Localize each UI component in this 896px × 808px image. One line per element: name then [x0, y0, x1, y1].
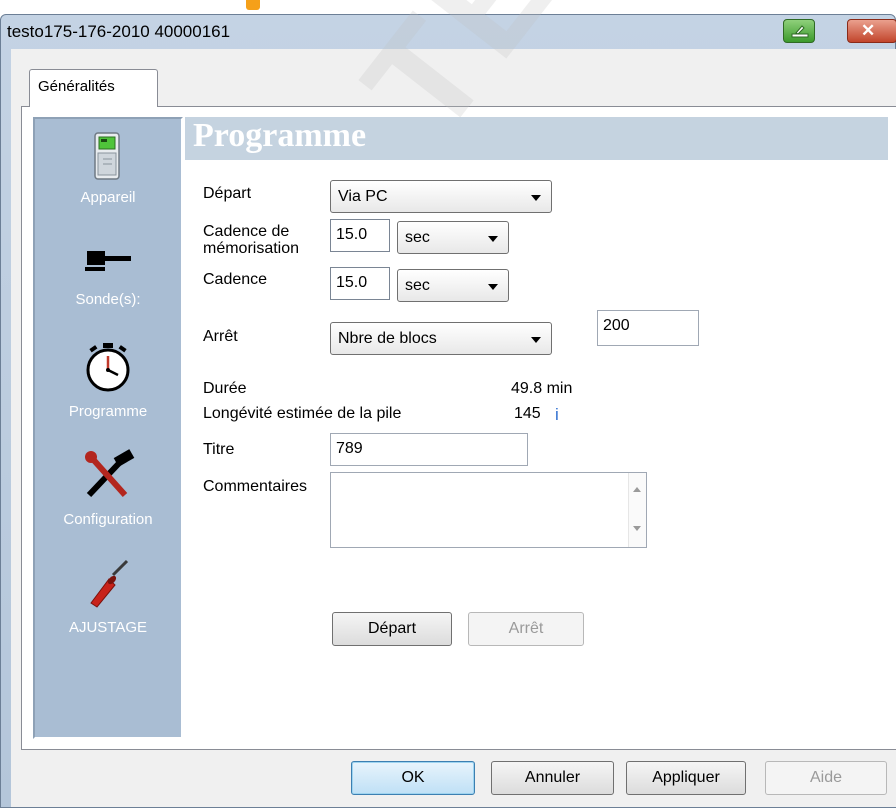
chevron-down-icon [531, 337, 541, 343]
help-button[interactable]: Aide [765, 761, 887, 795]
screwdriver-icon [90, 559, 129, 608]
section-title: Programme [193, 117, 367, 154]
chevron-down-icon [531, 195, 541, 201]
scroll-up-icon[interactable] [633, 487, 641, 492]
minimize-icon [791, 25, 809, 38]
dialog-window: testo175-176-2010 40000161 ✕ Généralités [0, 14, 896, 808]
sidebar-item-programme[interactable]: Programme [35, 341, 181, 445]
tab-page: Appareil Sonde(s): Programme Configurati… [21, 106, 896, 750]
comment-scrollbar[interactable] [628, 473, 646, 547]
commentaires-label: Commentaires [203, 478, 308, 495]
info-icon[interactable]: i [555, 405, 559, 425]
tab-label: Généralités [38, 78, 115, 95]
duree-value: 49.8 min [511, 380, 573, 397]
duree-label: Durée [203, 380, 247, 397]
arret-count-value: 200 [603, 317, 630, 334]
sidebar-item-label: Appareil [80, 189, 136, 206]
apply-button[interactable]: Appliquer [626, 761, 746, 795]
device-icon [94, 132, 120, 180]
chevron-down-icon [488, 284, 498, 290]
tools-icon [85, 449, 135, 498]
cadence-mem-value: 15.0 [336, 226, 368, 243]
sidebar-item-ajustage[interactable]: AJUSTAGE [35, 557, 181, 661]
close-icon: ✕ [861, 21, 876, 40]
sidebar-item-label: Sonde(s): [75, 291, 141, 308]
depart-label: Départ [203, 185, 252, 202]
probe-icon [85, 251, 131, 271]
cancel-button[interactable]: Annuler [491, 761, 614, 795]
ok-button[interactable]: OK [351, 761, 475, 795]
longevite-value: 145 [514, 405, 541, 422]
minimize-button[interactable] [783, 19, 815, 43]
longevite-label: Longévité estimée de la pile [203, 405, 402, 422]
cadence-unit-select[interactable]: sec [397, 269, 509, 302]
depart-select[interactable]: Via PC [330, 180, 552, 213]
arret-label: Arrêt [203, 328, 238, 345]
sidebar-item-configuration[interactable]: Configuration [35, 449, 181, 553]
stopwatch-icon [86, 343, 130, 392]
tab-generalites[interactable]: Généralités [29, 69, 158, 107]
sidebar-item-sondes[interactable]: Sonde(s): [35, 237, 181, 333]
cadence-mem-input[interactable]: 15.0 [330, 219, 390, 252]
cadence-mem-label-2: mémorisation [203, 240, 300, 257]
titre-value: 789 [336, 440, 363, 457]
scroll-down-icon[interactable] [633, 526, 641, 531]
cadence-value: 15.0 [336, 274, 368, 291]
title-bar: testo175-176-2010 40000161 ✕ [1, 15, 896, 49]
sidebar-item-label: Programme [68, 403, 148, 420]
section-header: Programme [185, 117, 888, 160]
arret-count-input[interactable]: 200 [597, 310, 699, 346]
arret-mode-select[interactable]: Nbre de blocs [330, 322, 552, 355]
depart-value: Via PC [338, 188, 388, 205]
cadence-input[interactable]: 15.0 [330, 267, 390, 300]
commentaires-textarea[interactable] [330, 472, 647, 548]
cadence-label: Cadence [203, 271, 268, 288]
orange-marker [246, 0, 260, 10]
titre-input[interactable]: 789 [330, 433, 528, 466]
chevron-down-icon [488, 236, 498, 242]
cadence-mem-unit-select[interactable]: sec [397, 221, 509, 254]
dialog-client-area: Généralités Appareil Sonde(s): Programme… [11, 49, 896, 807]
cadence-mem-label: Cadence de [203, 223, 290, 240]
cadence-mem-unit: sec [405, 229, 430, 246]
sidebar-item-appareil[interactable]: Appareil [35, 131, 181, 231]
titre-label: Titre [203, 441, 235, 458]
sidebar-item-label: AJUSTAGE [68, 619, 148, 636]
cadence-unit: sec [405, 277, 430, 294]
sidebar-item-label: Configuration [63, 511, 153, 528]
arret-mode-value: Nbre de blocs [338, 330, 437, 347]
stop-button[interactable]: Arrêt [468, 612, 584, 646]
top-strip [0, 0, 896, 14]
start-button[interactable]: Départ [332, 612, 452, 646]
window-title: testo175-176-2010 40000161 [7, 22, 231, 41]
close-button[interactable]: ✕ [847, 19, 896, 43]
sidebar: Appareil Sonde(s): Programme Configurati… [33, 117, 183, 739]
